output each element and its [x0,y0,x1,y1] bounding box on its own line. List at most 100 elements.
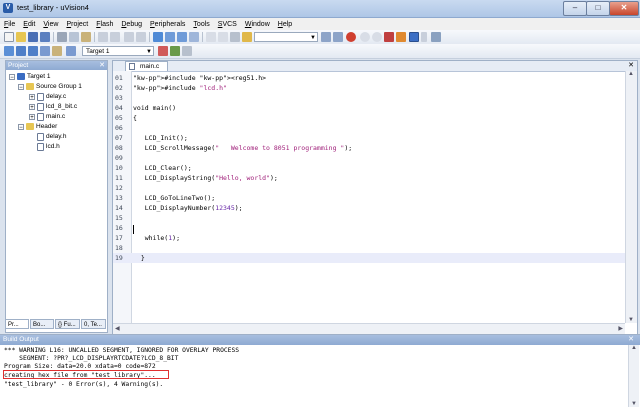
code-line[interactable]: 14 LCD_DisplayNumber(12345); [113,203,625,213]
indent-icon[interactable] [206,32,216,42]
build-icon[interactable] [16,46,26,56]
rebuild-icon[interactable] [28,46,38,56]
code-line[interactable]: 13 LCD_GoToLineTwo(); [113,193,625,203]
tab-main-c[interactable]: main.c [125,61,169,71]
vertical-scrollbar[interactable]: ▲ ▼ [625,71,637,323]
code-line[interactable]: 19 } [113,253,625,263]
tab-templates[interactable]: 0, Te... [81,319,106,329]
kill-breakpoints-icon[interactable] [384,32,394,42]
menu-peripherals[interactable]: Peripherals [146,21,189,28]
menu-svcs[interactable]: SVCS [214,21,241,28]
close-icon[interactable]: ✕ [628,61,634,71]
window-layout-icon[interactable] [409,32,419,42]
close-icon[interactable]: ✕ [628,335,634,345]
code-line[interactable]: 11 LCD_DisplayString("Hello, world"); [113,173,625,183]
cut-icon[interactable] [57,32,67,42]
download-icon[interactable] [66,46,76,56]
menu-tools[interactable]: Tools [189,21,213,28]
code-line[interactable]: 16 [113,223,625,233]
prev-bookmark-icon[interactable] [165,32,175,42]
code-line[interactable]: 08 LCD_ScrollMessage(" Welcome to 8051 p… [113,143,625,153]
scroll-up-icon[interactable]: ▲ [631,345,637,351]
translate-icon[interactable] [4,46,14,56]
expand-icon[interactable]: + [29,103,35,111]
save-icon[interactable] [28,32,38,42]
close-window-button[interactable]: ✕ [609,1,639,16]
tree-file-lcd-h[interactable]: lcd.h [37,142,60,151]
code-line[interactable]: 02 "kw-pp">#include "lcd.h" [113,83,625,93]
find-icon[interactable] [321,32,331,42]
clear-bookmarks-icon[interactable] [189,32,199,42]
menu-debug[interactable]: Debug [117,21,146,28]
tree-folder-source-group[interactable]: − Source Group 1 [18,82,82,91]
nav-back-icon[interactable] [124,32,134,42]
configure-icon[interactable] [396,32,406,42]
bookmark-icon[interactable] [153,32,163,42]
breakpoint-icon[interactable] [360,32,370,42]
build-output-scrollbar[interactable]: ▲ ▼ [628,345,639,407]
target-select[interactable]: Target 1 ▼ [82,46,154,56]
stop-build-icon[interactable] [52,46,62,56]
collapse-icon[interactable]: − [18,123,24,131]
tree-file-delay-h[interactable]: delay.h [37,132,66,141]
tree-folder-header[interactable]: − Header [18,122,57,131]
code-line[interactable]: 18 [113,243,625,253]
find-in-files-icon[interactable] [242,32,252,42]
manage-components-icon[interactable] [170,46,180,56]
disable-breakpoint-icon[interactable] [372,32,382,42]
target-options-icon[interactable] [158,46,168,56]
minimize-button[interactable]: – [563,1,587,16]
code-line[interactable]: 01 "kw-pp">#include "kw-pp"><reg51.h> [113,73,625,83]
code-line[interactable]: 10 LCD_Clear(); [113,163,625,173]
menu-view[interactable]: View [39,21,62,28]
scroll-up-icon[interactable]: ▲ [628,71,634,77]
menu-edit[interactable]: Edit [19,21,39,28]
new-file-icon[interactable] [4,32,14,42]
tools-icon[interactable] [431,32,441,42]
tree-file-main-c[interactable]: + main.c [29,112,65,121]
code-line[interactable]: 09 [113,153,625,163]
code-line[interactable]: 12 [113,183,625,193]
copy-icon[interactable] [69,32,79,42]
undo-icon[interactable] [98,32,108,42]
horizontal-scrollbar[interactable]: ◀ ▶ [113,323,625,334]
code-line[interactable]: 06 [113,123,625,133]
maximize-button[interactable]: □ [586,1,610,16]
batch-build-icon[interactable] [40,46,50,56]
comment-icon[interactable] [230,32,240,42]
menu-file[interactable]: File [0,21,19,28]
next-bookmark-icon[interactable] [177,32,187,42]
scroll-down-icon[interactable]: ▼ [628,317,634,323]
scroll-right-icon[interactable]: ▶ [618,325,623,332]
open-folder-icon[interactable] [16,32,26,42]
code-line[interactable]: 17 while(1); [113,233,625,243]
menu-help[interactable]: Help [274,21,296,28]
collapse-icon[interactable]: − [9,73,15,81]
expand-icon[interactable]: + [29,113,35,121]
expand-icon[interactable]: + [29,93,35,101]
collapse-icon[interactable]: − [18,83,24,91]
tree-file-delay-c[interactable]: + delay.c [29,92,66,101]
incremental-find-icon[interactable] [333,32,343,42]
debug-start-icon[interactable] [346,32,356,42]
menu-flash[interactable]: Flash [92,21,117,28]
save-all-icon[interactable] [40,32,50,42]
code-line[interactable]: 05 { [113,113,625,123]
redo-icon[interactable] [110,32,120,42]
layout-dropdown-icon[interactable] [421,32,427,42]
tree-target[interactable]: − Target 1 [9,72,51,81]
file-extensions-icon[interactable] [182,46,192,56]
paste-icon[interactable] [81,32,91,42]
tree-file-lcd-8-bit-c[interactable]: + lcd_8_bit.c [29,102,77,111]
menu-project[interactable]: Project [62,21,92,28]
code-line[interactable]: 15 [113,213,625,223]
code-line[interactable]: 04 void main() [113,103,625,113]
tab-project[interactable]: Pr... [5,319,29,329]
code-line[interactable]: 07 LCD_Init(); [113,133,625,143]
tab-functions[interactable]: {} Fu... [55,319,80,329]
nav-forward-icon[interactable] [136,32,146,42]
find-combo[interactable]: ▼ [254,32,318,42]
close-icon[interactable]: ✕ [99,61,105,70]
scroll-down-icon[interactable]: ▼ [631,401,637,407]
unindent-icon[interactable] [218,32,228,42]
